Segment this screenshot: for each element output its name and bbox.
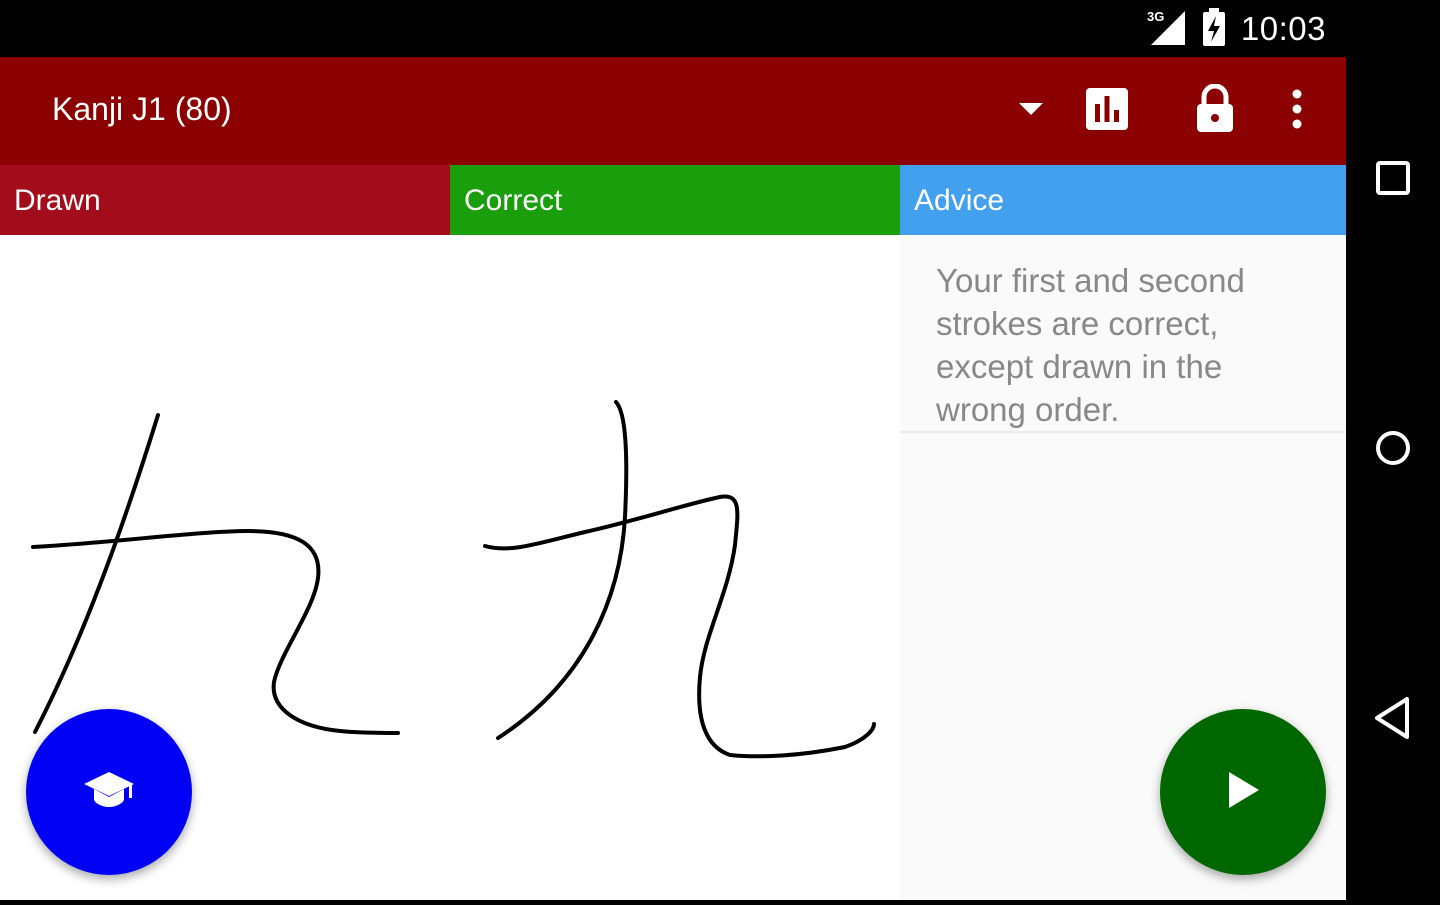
tab-correct[interactable]: Correct bbox=[450, 165, 900, 235]
lock-icon bbox=[1195, 83, 1235, 139]
status-icons: 3G 10:03 bbox=[1145, 7, 1326, 52]
status-clock: 10:03 bbox=[1240, 10, 1326, 47]
bar-chart-icon bbox=[1085, 87, 1129, 136]
learn-fab-button[interactable] bbox=[26, 709, 192, 875]
correct-stroke bbox=[483, 494, 876, 759]
home-button[interactable] bbox=[1369, 426, 1417, 474]
tab-drawn[interactable]: Drawn bbox=[0, 165, 450, 235]
toolbar: Kanji J1 (80) bbox=[0, 57, 1346, 165]
play-icon bbox=[1225, 770, 1261, 815]
dropdown-button[interactable] bbox=[1003, 83, 1059, 139]
navigation-bar bbox=[1346, 0, 1440, 900]
drawn-stroke bbox=[33, 413, 160, 734]
advice-text: Your first and second strokes are correc… bbox=[936, 262, 1245, 428]
status-bar: 3G 10:03 bbox=[0, 0, 1346, 57]
panel-tabs: Drawn Correct Advice bbox=[0, 165, 1346, 235]
graduation-cap-icon bbox=[82, 770, 136, 815]
battery-charging-icon bbox=[1201, 7, 1227, 52]
home-circle-icon bbox=[1373, 428, 1413, 473]
signal-icon: 3G bbox=[1145, 7, 1187, 52]
back-button[interactable] bbox=[1369, 696, 1417, 744]
overflow-menu-button[interactable] bbox=[1269, 83, 1325, 139]
correct-canvas bbox=[450, 235, 900, 900]
drawn-stroke bbox=[31, 529, 400, 735]
play-fab-button[interactable] bbox=[1160, 709, 1326, 875]
dropdown-arrow-icon bbox=[1018, 101, 1044, 122]
back-triangle-icon bbox=[1373, 696, 1413, 745]
advice-divider bbox=[900, 431, 1346, 433]
correct-stroke bbox=[496, 400, 629, 740]
lock-button[interactable] bbox=[1187, 83, 1243, 139]
network-type-label: 3G bbox=[1147, 9, 1164, 24]
toolbar-title: Kanji J1 (80) bbox=[52, 91, 232, 127]
recents-button[interactable] bbox=[1369, 156, 1417, 204]
overflow-menu-icon bbox=[1291, 89, 1303, 134]
statistics-button[interactable] bbox=[1079, 83, 1135, 139]
tab-advice[interactable]: Advice bbox=[900, 165, 1346, 235]
recents-square-icon bbox=[1375, 160, 1411, 201]
correct-kanji-strokes bbox=[483, 400, 876, 759]
app-content: Kanji J1 (80) Drawn Correct Advice Your … bbox=[0, 57, 1346, 900]
